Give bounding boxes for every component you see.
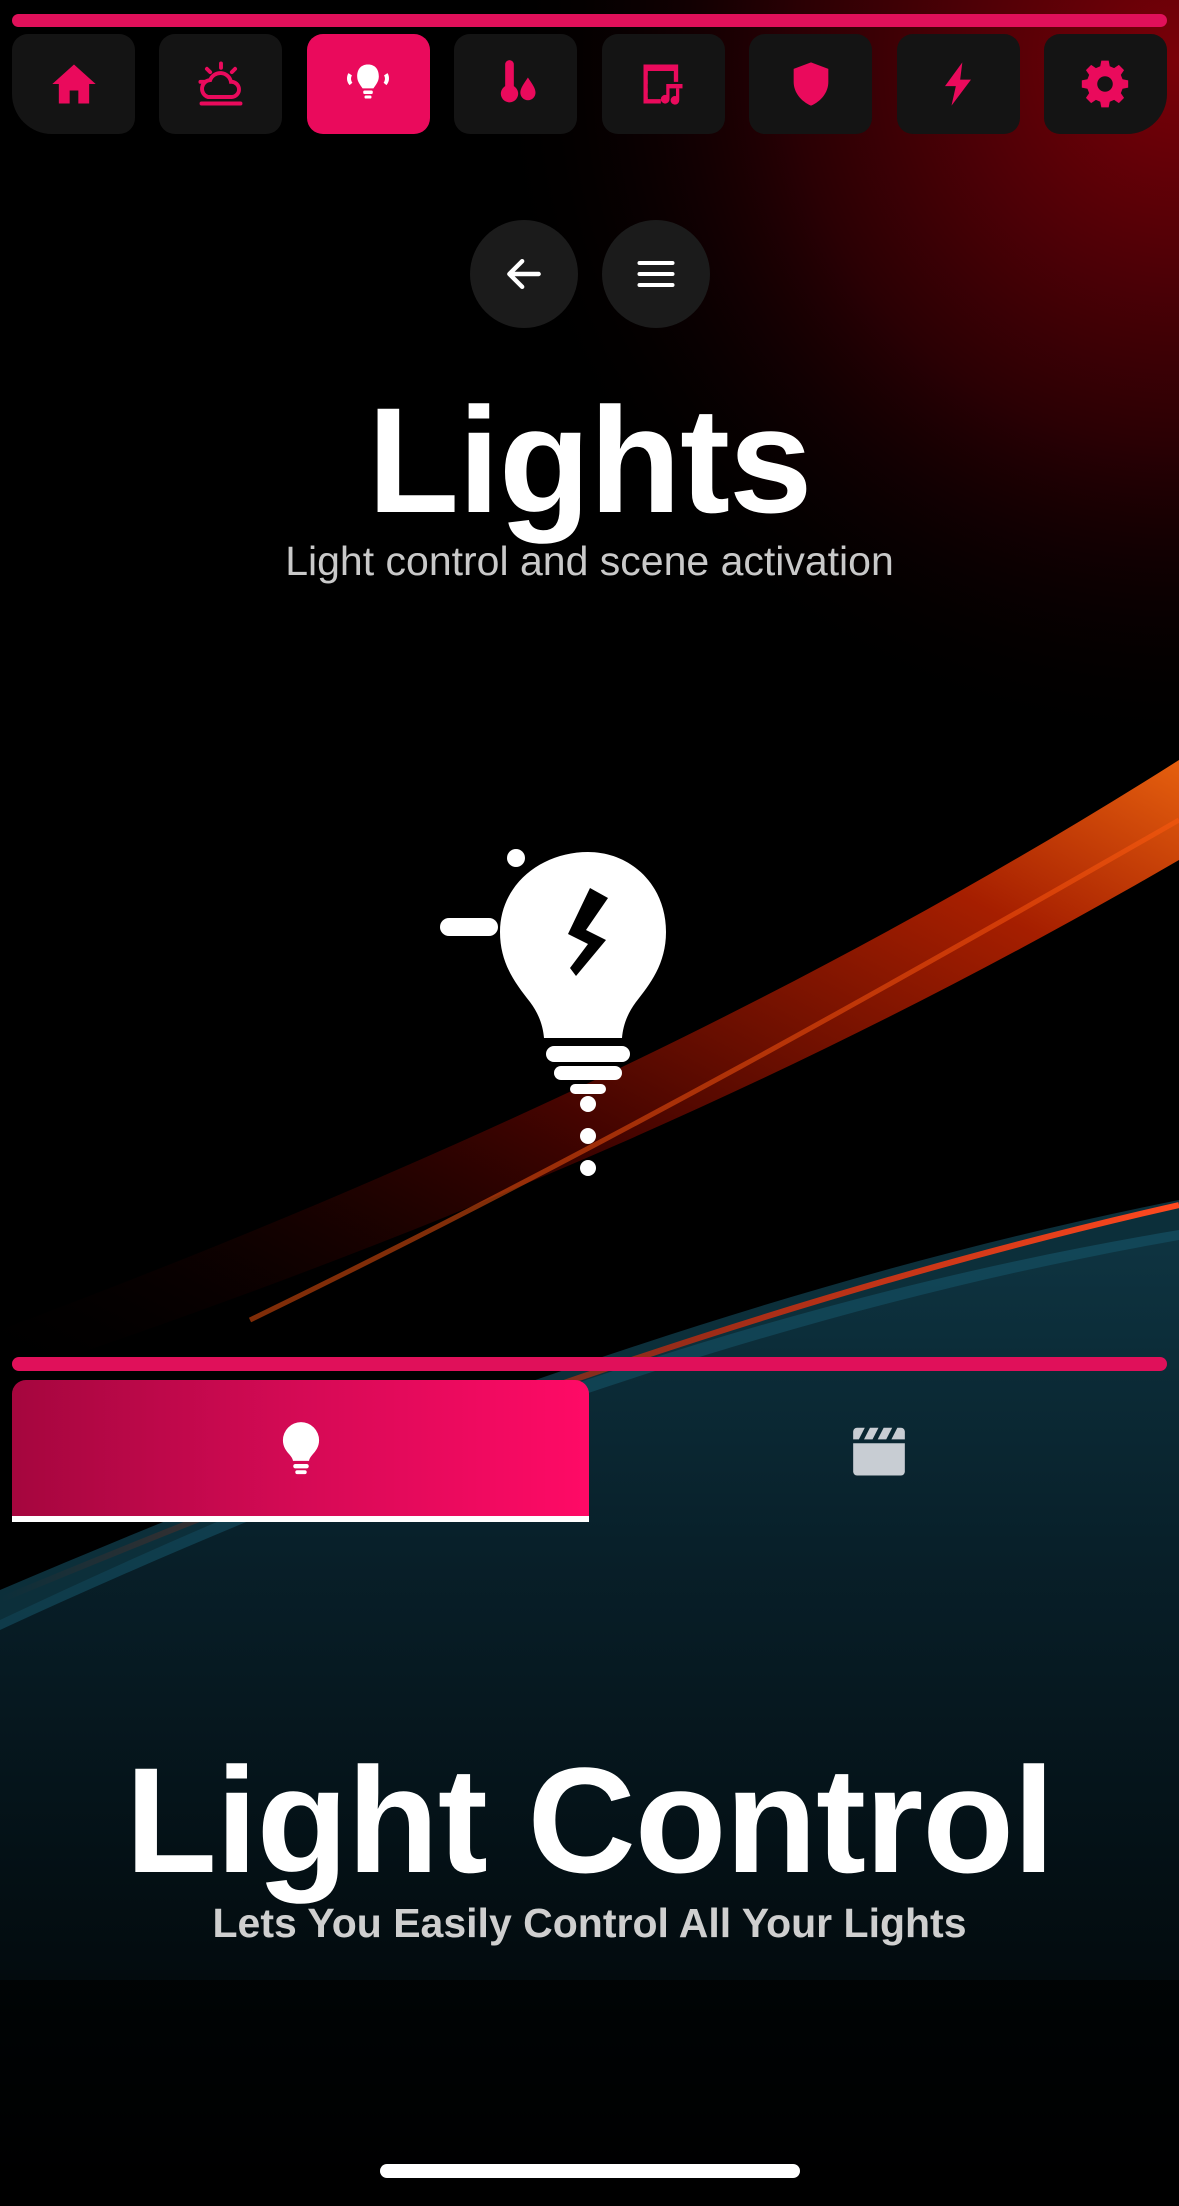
media-room-icon bbox=[643, 64, 683, 105]
arrow-left-icon bbox=[507, 258, 541, 290]
tab-accent-line bbox=[12, 1357, 1167, 1371]
lightbulb-icon bbox=[282, 1422, 319, 1475]
shield-icon bbox=[793, 62, 828, 106]
clapperboard-icon bbox=[852, 1427, 905, 1476]
hamburger-menu-icon bbox=[637, 260, 675, 288]
ceiling-lights-icon bbox=[347, 64, 390, 99]
menu-button[interactable] bbox=[602, 220, 710, 328]
tab-light-control[interactable] bbox=[12, 1380, 589, 1522]
top-navigation-bar bbox=[12, 34, 1167, 134]
page-title: Lights bbox=[367, 376, 813, 544]
weather-sun-cloud-icon bbox=[198, 61, 243, 106]
lightbulb-bolt-icon bbox=[440, 849, 666, 1176]
home-icon bbox=[51, 64, 96, 104]
top-accent-line bbox=[12, 14, 1167, 27]
section-subtitle: Lets You Easily Control All Your Lights bbox=[212, 1900, 967, 1946]
nav-energy-button[interactable] bbox=[896, 34, 1020, 134]
nav-settings-button[interactable] bbox=[1043, 34, 1167, 134]
nav-climate-button[interactable] bbox=[454, 34, 578, 134]
nav-security-button[interactable] bbox=[749, 34, 873, 134]
section-title: Light Control bbox=[125, 1736, 1054, 1904]
page-subtitle: Light control and scene activation bbox=[285, 538, 894, 584]
gear-icon bbox=[1082, 60, 1129, 108]
lightning-bolt-icon bbox=[945, 62, 972, 106]
back-button[interactable] bbox=[470, 220, 578, 328]
tab-scenes[interactable] bbox=[590, 1380, 1167, 1522]
nav-lights-button[interactable] bbox=[306, 34, 430, 134]
thermometer-water-icon bbox=[500, 60, 536, 103]
nav-media-button[interactable] bbox=[601, 34, 725, 134]
home-indicator[interactable] bbox=[380, 2164, 800, 2178]
nav-home-button[interactable] bbox=[12, 34, 135, 134]
nav-weather-button[interactable] bbox=[159, 34, 283, 134]
